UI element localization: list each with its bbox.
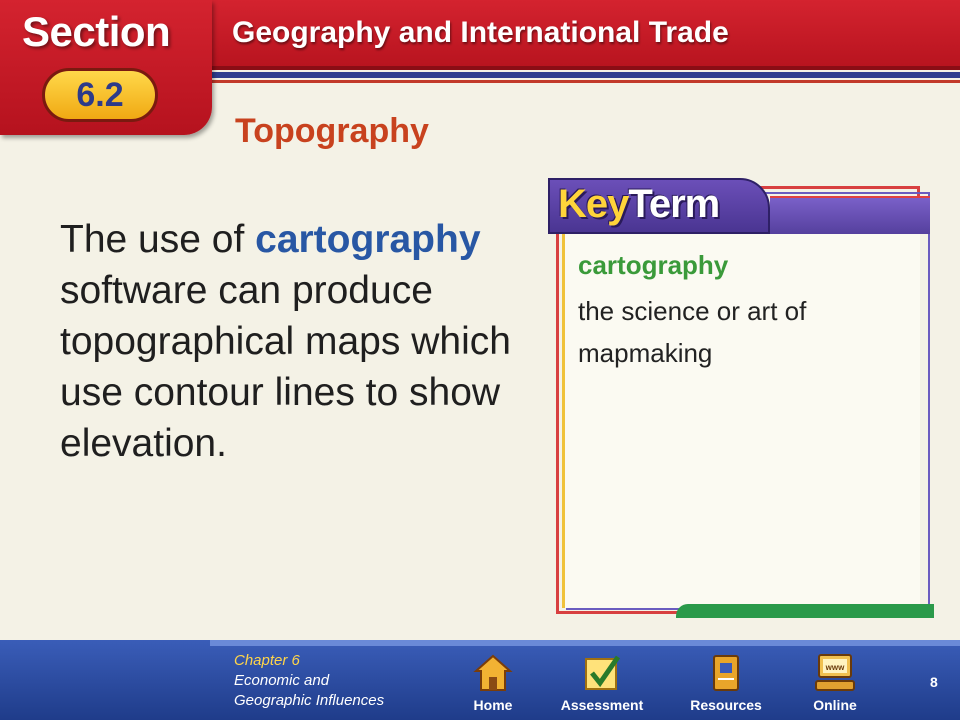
page-number: 8 xyxy=(930,674,938,690)
chapter-subtitle-line1: Economic and xyxy=(234,672,330,689)
footer-highlight xyxy=(210,640,960,646)
highlighted-term: cartography xyxy=(255,218,481,261)
header-stripe xyxy=(210,72,960,78)
home-button[interactable]: Home xyxy=(448,651,538,713)
online-label: Online xyxy=(813,697,857,713)
home-label: Home xyxy=(473,697,513,713)
book-icon xyxy=(706,651,746,693)
chapter-info: Chapter 6 Economic and Geographic Influe… xyxy=(234,651,384,711)
resources-button[interactable]: Resources xyxy=(681,651,771,713)
main-text-lead: The use of xyxy=(60,218,256,261)
main-text-rest: software can produce topographical maps … xyxy=(60,269,511,465)
banner-term-word: Term xyxy=(628,182,720,226)
assessment-button[interactable]: Assessment xyxy=(557,651,647,713)
chapter-number: Chapter 6 xyxy=(234,652,300,669)
key-term-word: cartography xyxy=(578,250,729,280)
section-label: Section xyxy=(22,8,171,55)
page-title: Geography and International Trade xyxy=(232,16,729,49)
main-paragraph: The use of cartography software can prod… xyxy=(60,214,530,469)
checkmark-icon xyxy=(582,651,622,693)
key-term-card-green-tab xyxy=(676,604,934,618)
assessment-label: Assessment xyxy=(560,697,644,713)
banner-key-word: Key xyxy=(558,182,629,226)
key-term-banner-label: KeyTerm xyxy=(558,182,720,227)
section-number-badge: 6.2 xyxy=(42,68,158,122)
topic-heading: Topography xyxy=(235,112,429,150)
header-stripe-accent xyxy=(210,80,960,83)
computer-icon: www xyxy=(813,651,857,693)
key-term-banner-strip xyxy=(770,196,930,234)
svg-text:www: www xyxy=(825,663,845,672)
chapter-subtitle-line2: Geographic Influences xyxy=(234,692,385,709)
key-term-definition: the science or art of mapmaking xyxy=(578,296,807,368)
online-button[interactable]: www Online xyxy=(790,651,880,713)
resources-label: Resources xyxy=(690,697,762,713)
home-icon xyxy=(473,651,513,693)
